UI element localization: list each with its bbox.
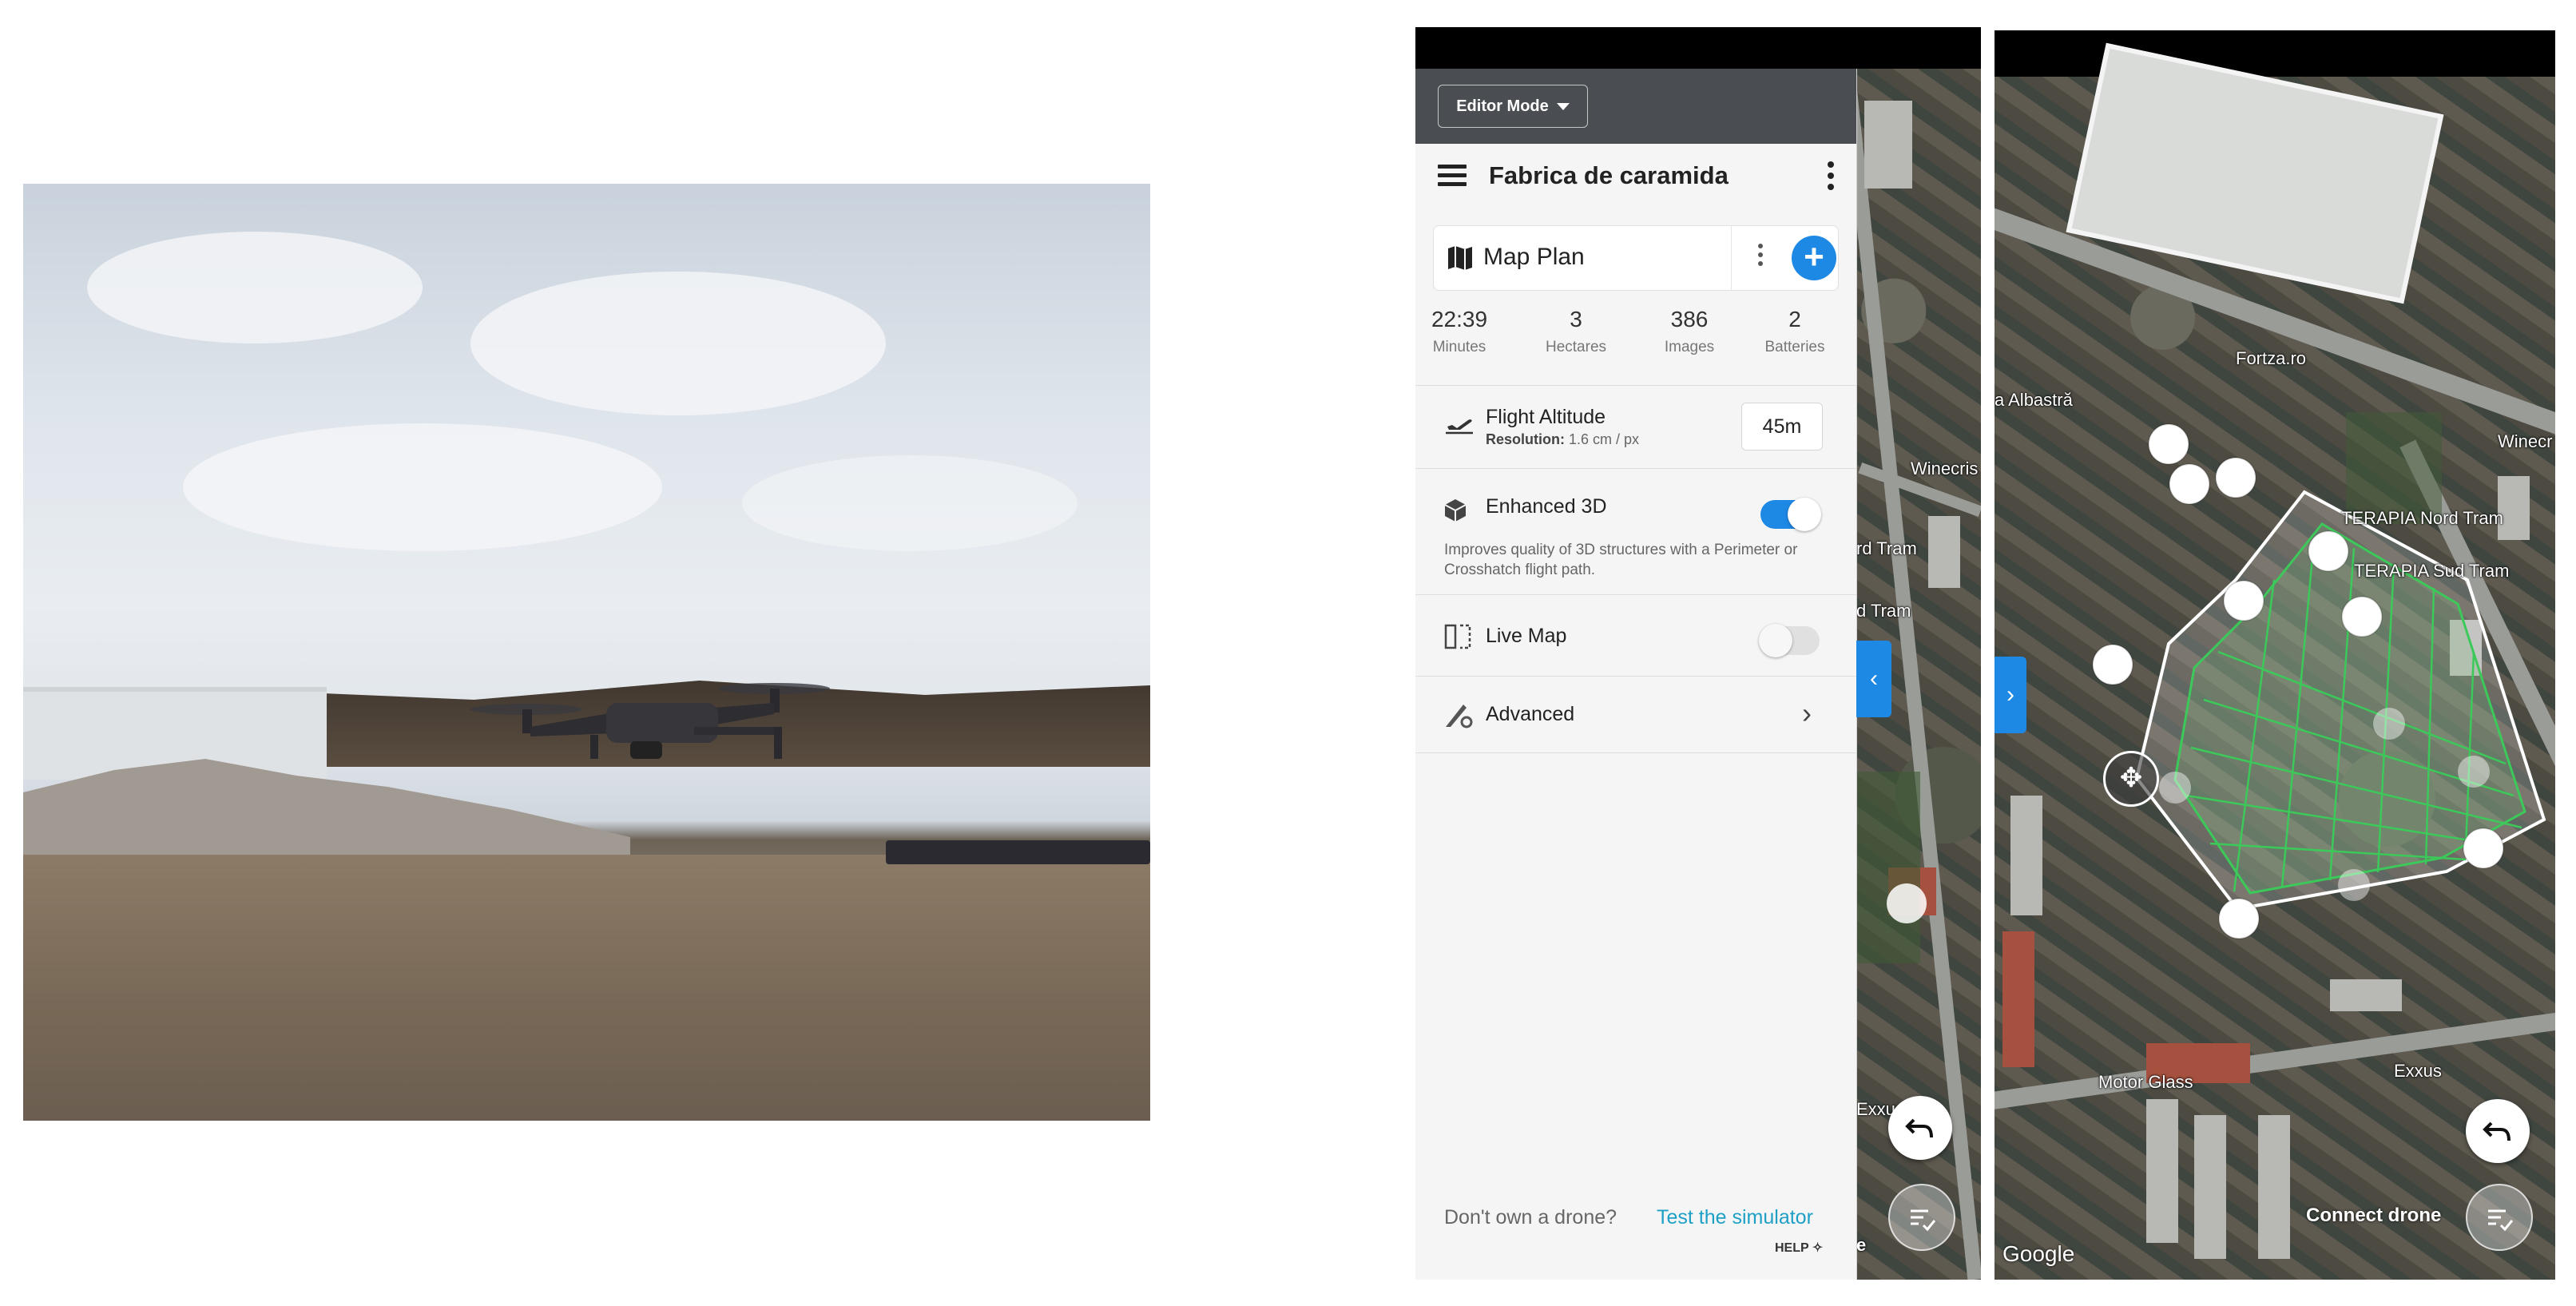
checklist-button[interactable]: [1888, 1184, 1955, 1251]
checklist-icon: [2488, 1209, 2514, 1232]
map-label: TERAPIA Nord Tram: [2341, 508, 2503, 528]
plan-stats: 22:39 Minutes 3 Hectares 386 Images 2 Ba…: [1415, 307, 1856, 371]
airplane-takeoff-icon: [1446, 419, 1473, 435]
map-label: Motor Glass: [2098, 1072, 2193, 1092]
undo-icon: [1905, 1118, 1933, 1138]
undo-button[interactable]: [2466, 1099, 2530, 1163]
advanced-label: Advanced: [1486, 703, 1575, 725]
planner-panel: Editor Mode Fabrica de caramida Map Plan…: [1415, 69, 1857, 1280]
project-title: Fabrica de caramida: [1489, 161, 1729, 189]
advanced-row[interactable]: Advanced ›: [1415, 676, 1856, 752]
map-label: a Albastră: [1995, 390, 2073, 410]
undo-icon: [2483, 1121, 2511, 1141]
enhanced-3d-label: Enhanced 3D: [1486, 495, 1607, 518]
stat-hectares: 3 Hectares: [1532, 307, 1620, 356]
add-plan-button[interactable]: +: [1792, 236, 1836, 280]
status-bar: [1995, 30, 2555, 77]
test-simulator-link[interactable]: Test the simulator: [1657, 1206, 1813, 1229]
plan-selector[interactable]: Map Plan +: [1433, 225, 1839, 291]
resolution-value: 1.6 cm / px: [1569, 431, 1640, 447]
stat-label: Hectares: [1545, 339, 1607, 355]
stat-value: 3: [1570, 307, 1582, 331]
cube-icon: [1444, 499, 1467, 522]
flight-altitude-row: Flight Altitude Resolution: 1.6 cm / px …: [1415, 385, 1856, 468]
flight-altitude-label: Flight Altitude: [1486, 406, 1606, 428]
flight-area-grid[interactable]: [1995, 77, 2555, 1280]
map-label: e: [1856, 1235, 1867, 1255]
enhanced-3d-toggle[interactable]: [1760, 498, 1821, 531]
help-button[interactable]: HELP ✧: [1775, 1240, 1823, 1256]
chevron-right-icon: ›: [1802, 697, 1812, 729]
editor-mode-dropdown[interactable]: Editor Mode: [1438, 85, 1588, 128]
stat-batteries: 2 Batteries: [1751, 307, 1839, 356]
checklist-icon: [1911, 1209, 1936, 1232]
live-map-icon: [1444, 624, 1471, 649]
collapse-panel-tab[interactable]: ‹: [1856, 641, 1891, 717]
stat-value: 22:39: [1431, 307, 1488, 331]
google-logo: Google: [2002, 1241, 2075, 1266]
stat-value: 386: [1670, 307, 1709, 331]
map-label: Fortza.ro: [2236, 348, 2307, 368]
checklist-button[interactable]: [2466, 1184, 2533, 1251]
settings-wrench-icon: [1446, 705, 1473, 728]
stat-label: Minutes: [1432, 339, 1486, 355]
map-label: TERAPIA Sud Tram: [2354, 561, 2510, 581]
drone-photo: [23, 184, 1150, 1121]
enhanced-3d-row: Enhanced 3D Improves quality of 3D struc…: [1415, 468, 1856, 594]
help-icon: ✧: [1812, 1241, 1824, 1255]
chevron-down-icon: [1556, 102, 1570, 110]
more-options-icon[interactable]: [1828, 161, 1834, 195]
stat-label: Batteries: [1764, 339, 1825, 355]
undo-button[interactable]: [1888, 1096, 1952, 1160]
plan-label: Map Plan: [1483, 244, 1585, 270]
plan-options-icon[interactable]: [1758, 244, 1764, 270]
map-label: Exxus: [2394, 1061, 2442, 1081]
phone-screen-planner: Winecris rd Tram d Tram Exxus e Editor M…: [1415, 27, 1981, 1280]
drone-icon: [470, 683, 830, 759]
resolution-text: Resolution: 1.6 cm / px: [1486, 431, 1639, 448]
enhanced-3d-description: Improves quality of 3D structures with a…: [1444, 542, 1798, 578]
stat-images: 386 Images: [1645, 307, 1733, 356]
live-map-row: Live Map: [1415, 594, 1856, 676]
satellite-map[interactable]: Fortza.ro a Albastră Winecr TERAPIA Nord…: [1995, 42, 2555, 1280]
map-label: rd Tram: [1856, 538, 1917, 558]
map-label: Winecris: [1911, 458, 1979, 478]
map-label: d Tram: [1856, 601, 1911, 621]
stat-value: 2: [1788, 307, 1801, 331]
stat-label: Images: [1664, 339, 1715, 355]
editor-mode-label: Editor Mode: [1456, 97, 1549, 115]
expand-panel-tab[interactable]: ›: [1995, 657, 2026, 733]
waypoint-handle[interactable]: [1887, 883, 1927, 923]
menu-icon[interactable]: [1438, 165, 1467, 189]
resolution-label: Resolution:: [1486, 431, 1565, 447]
map-icon: [1448, 246, 1472, 270]
stat-minutes: 22:39 Minutes: [1415, 307, 1503, 356]
move-area-icon[interactable]: ✥: [2103, 751, 2159, 807]
phone-screen-map: Fortza.ro a Albastră Winecr TERAPIA Nord…: [1995, 30, 2555, 1280]
connect-drone-button[interactable]: Connect drone: [2306, 1205, 2441, 1227]
editor-bar: Editor Mode: [1415, 69, 1856, 144]
map-label: Winecr: [2498, 431, 2553, 451]
no-drone-question: Don't own a drone?: [1444, 1206, 1617, 1229]
status-bar: [1415, 27, 1981, 69]
live-map-toggle[interactable]: [1759, 624, 1820, 657]
altitude-input[interactable]: 45m: [1741, 403, 1823, 451]
live-map-label: Live Map: [1486, 625, 1567, 647]
help-label: HELP: [1775, 1241, 1809, 1255]
